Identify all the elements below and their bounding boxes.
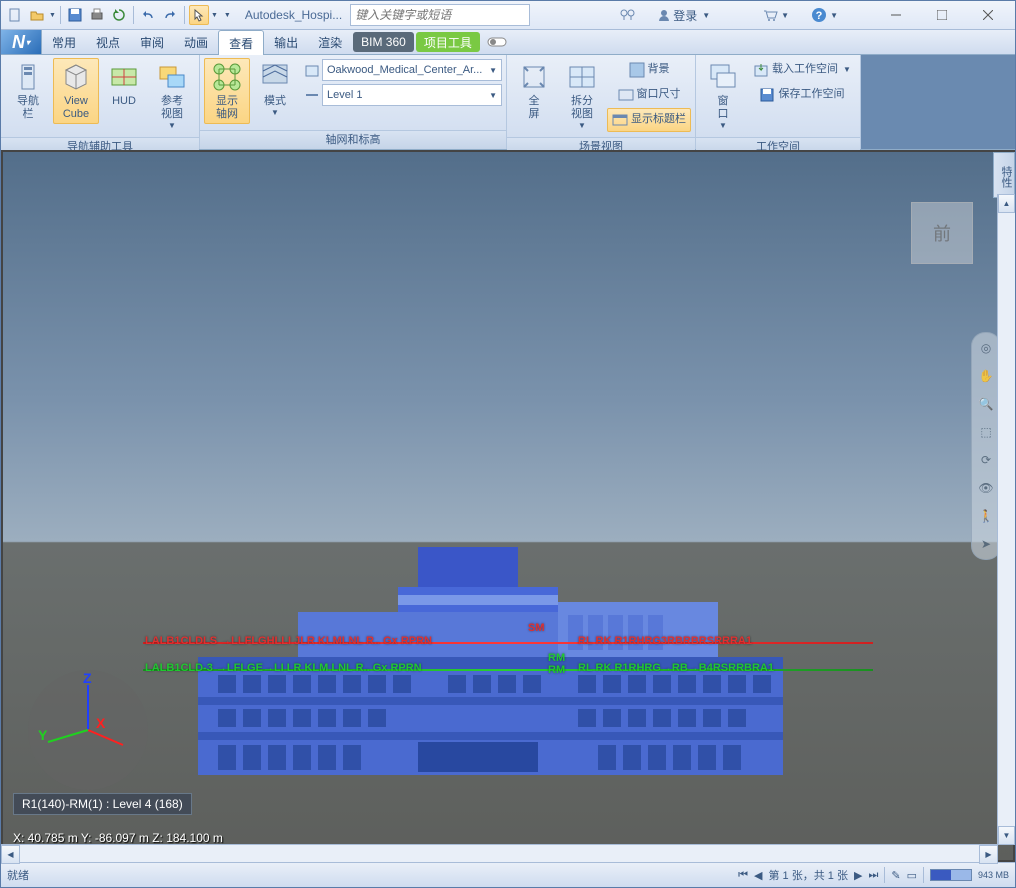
svg-text:Z: Z: [83, 670, 92, 686]
tab-bim360[interactable]: BIM 360: [353, 32, 414, 52]
tab-project-tools[interactable]: 项目工具: [416, 32, 480, 52]
level-dropdown[interactable]: Level 1▼: [322, 84, 502, 106]
walk-icon[interactable]: 🚶: [977, 507, 995, 525]
comm-center-icon[interactable]: [613, 5, 643, 25]
look-icon[interactable]: 👁: [977, 479, 995, 497]
titlebar: ▼ ▼ ▼ Autodesk_Hospi... 登录▼ ▼ ?▼: [1, 1, 1015, 30]
viewcube-button[interactable]: View Cube: [53, 58, 99, 124]
pan-icon[interactable]: ✋: [977, 367, 995, 385]
login-button[interactable]: 登录▼: [651, 4, 717, 27]
fullscreen-button[interactable]: 全 屏: [511, 58, 557, 124]
undo-icon[interactable]: [138, 5, 158, 25]
status-ready: 就绪: [7, 867, 29, 883]
zoom-icon[interactable]: 🔍: [977, 395, 995, 413]
pencil-icon[interactable]: ✎: [891, 869, 900, 882]
hud-button[interactable]: HUD: [101, 58, 147, 111]
showgrid-button[interactable]: 显示 轴网: [204, 58, 250, 124]
memory-text: 943 MB: [978, 870, 1009, 880]
save-workspace-button[interactable]: 保存工作空间: [748, 83, 856, 107]
tab-viewpoint[interactable]: 视点: [86, 30, 130, 54]
mode-button[interactable]: 模式▼: [252, 58, 298, 121]
ribbon: 导航 栏 View Cube HUD 参考 视图▼ 导航辅助工具 显示 轴网 模…: [1, 55, 1015, 150]
svg-text:?: ?: [816, 10, 823, 22]
redo-icon[interactable]: [160, 5, 180, 25]
close-button[interactable]: [965, 2, 1011, 28]
window-button[interactable]: 窗 口▼: [700, 58, 746, 134]
select-icon[interactable]: [189, 5, 209, 25]
winsize-button[interactable]: 窗口尺寸: [607, 83, 691, 107]
maximize-button[interactable]: [919, 2, 965, 28]
axis-triad[interactable]: Z X Y: [28, 670, 148, 790]
menubar: N▾ 常用 视点 审阅 动画 查看 输出 渲染 BIM 360 项目工具: [1, 30, 1015, 55]
tab-common[interactable]: 常用: [42, 30, 86, 54]
tab-extra[interactable]: [481, 30, 513, 54]
properties-tab[interactable]: 特性: [993, 152, 1015, 198]
save-icon[interactable]: [65, 5, 85, 25]
svg-text:Y: Y: [38, 727, 48, 743]
document-title: Autodesk_Hospi...: [245, 8, 342, 22]
sheet-status: 第 1 张，共 1 张: [769, 867, 848, 883]
memory-bar: [930, 869, 972, 881]
app-logo[interactable]: N▾: [1, 30, 42, 54]
scrollbar-vertical[interactable]: ▲▼: [997, 194, 1015, 845]
cart-icon[interactable]: ▼: [755, 5, 796, 25]
titlebar-button[interactable]: 显示标题栏: [607, 108, 691, 132]
tab-render[interactable]: 渲染: [308, 30, 352, 54]
pointer-icon[interactable]: ➤: [977, 535, 995, 553]
tab-animation[interactable]: 动画: [174, 30, 218, 54]
tab-review[interactable]: 审阅: [130, 30, 174, 54]
nav-first-icon[interactable]: ⏮: [738, 869, 748, 882]
nav-prev-icon[interactable]: ◀: [754, 869, 762, 882]
navbar-button[interactable]: 导航 栏: [5, 58, 51, 124]
open-icon[interactable]: [27, 5, 47, 25]
selection-info: R1(140)-RM(1) : Level 4 (168): [13, 793, 192, 815]
help-icon[interactable]: ?▼: [804, 4, 845, 26]
tab-output[interactable]: 输出: [264, 30, 308, 54]
page-icon[interactable]: ▭: [907, 869, 917, 882]
panel-grids-title: 轴网和标高: [200, 130, 506, 149]
print-icon[interactable]: [87, 5, 107, 25]
svg-text:X: X: [96, 715, 106, 731]
scrollbar-horizontal[interactable]: ◀▶: [1, 844, 998, 862]
new-icon[interactable]: [5, 5, 25, 25]
3d-viewport[interactable]: LALB1CLDLS →LLFLGHLLI JLR KLMLNL R.. Gx …: [3, 152, 1013, 860]
orbit-icon[interactable]: ◎: [977, 339, 995, 357]
split-button[interactable]: 拆分 视图▼: [559, 58, 605, 134]
tab-view[interactable]: 查看: [218, 30, 264, 55]
nav-next-icon[interactable]: ▶: [854, 869, 862, 882]
statusbar: 就绪 ⏮ ◀ 第 1 张，共 1 张 ▶ ⏭ ✎ ▭ 943 MB: [1, 862, 1015, 887]
nav-last-icon[interactable]: ⏭: [868, 869, 878, 882]
background-button[interactable]: 背景: [607, 58, 691, 82]
minimize-button[interactable]: [873, 2, 919, 28]
refresh-icon[interactable]: [109, 5, 129, 25]
building-model[interactable]: [198, 547, 783, 775]
load-workspace-button[interactable]: 载入工作空间▼: [748, 58, 856, 82]
orbit2-icon[interactable]: ⟳: [977, 451, 995, 469]
viewcube-widget[interactable]: 前: [911, 202, 973, 264]
zoom-window-icon[interactable]: ⬚: [977, 423, 995, 441]
coordinate-readout: X: 40.785 m Y: -86.097 m Z: 184.100 m: [13, 831, 223, 845]
refview-button[interactable]: 参考 视图▼: [149, 58, 195, 134]
search-input[interactable]: [350, 4, 530, 26]
file-dropdown[interactable]: Oakwood_Medical_Center_Ar...▼: [322, 59, 502, 81]
